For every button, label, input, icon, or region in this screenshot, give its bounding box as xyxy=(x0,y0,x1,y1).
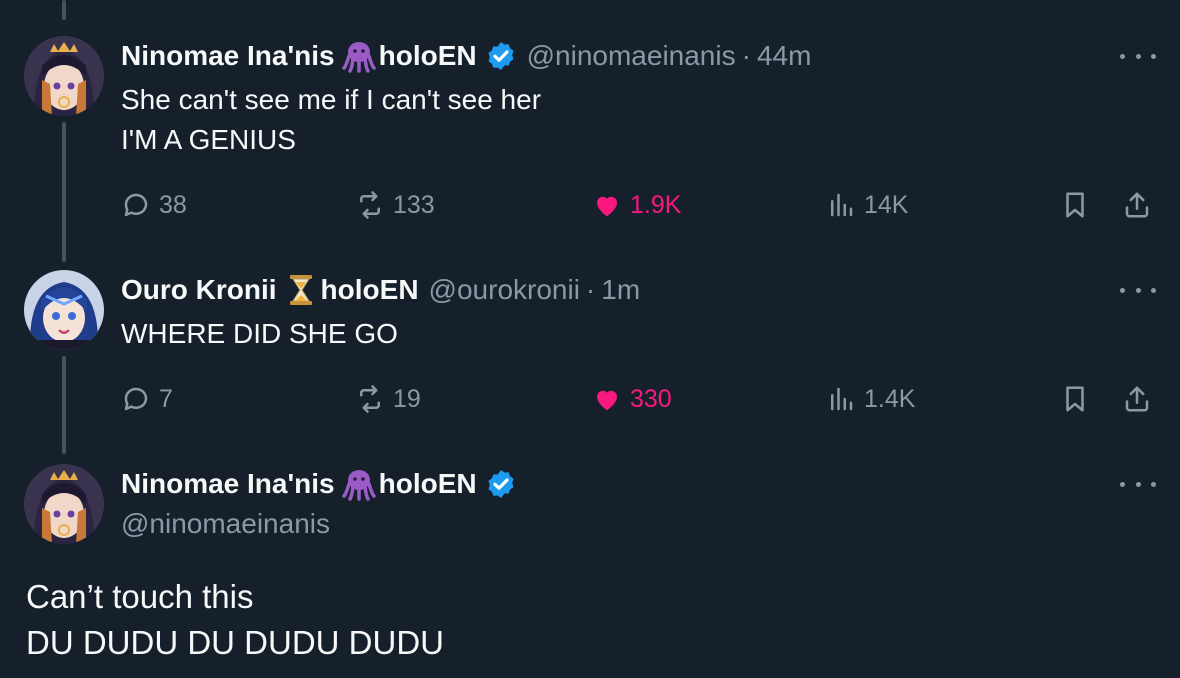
avatar[interactable] xyxy=(24,270,104,350)
retweet-icon xyxy=(360,191,380,219)
view-count: 1.4K xyxy=(864,384,916,413)
more-dot xyxy=(1135,53,1141,59)
retweet-count: 19 xyxy=(393,384,421,413)
reply-count: 7 xyxy=(159,384,173,413)
bookmark-button[interactable] xyxy=(1057,379,1093,419)
more-dot xyxy=(1151,481,1156,487)
hourglass-icon xyxy=(283,272,319,308)
name-suffix: holoEN xyxy=(378,468,477,499)
name-suffix: holoEN xyxy=(320,274,419,305)
tweet-header: Ninomae Ina'nis holoEN xyxy=(121,466,517,502)
more-dot xyxy=(1151,53,1156,59)
views-button[interactable]: 14K xyxy=(826,185,908,225)
reply-icon xyxy=(124,193,148,217)
share-icon xyxy=(1125,192,1149,218)
more-options-button[interactable] xyxy=(1120,474,1156,494)
reply-count: 38 xyxy=(159,190,187,219)
bookmark-icon xyxy=(1066,386,1084,412)
verified-badge-icon[interactable] xyxy=(485,468,517,500)
views-icon xyxy=(831,193,853,217)
tweet-actions: 38 133 1.9K 14K xyxy=(121,185,1161,225)
display-name[interactable]: Ouro Kronii xyxy=(121,274,277,306)
handle[interactable]: @ninomaeinanis xyxy=(121,508,330,540)
like-button[interactable]: 330 xyxy=(592,379,672,419)
tweet-text-line: WHERE DID SHE GO xyxy=(121,318,398,349)
handle[interactable]: @ourokronii xyxy=(429,274,580,306)
retweet-count: 133 xyxy=(393,190,435,219)
reply-icon xyxy=(124,387,148,411)
view-count: 14K xyxy=(864,190,909,219)
verified-badge-icon[interactable] xyxy=(485,40,517,72)
timestamp[interactable]: 1m xyxy=(601,274,640,306)
like-count: 1.9K xyxy=(630,190,682,219)
octopus-icon xyxy=(341,38,377,74)
retweet-icon xyxy=(360,385,380,413)
more-dot xyxy=(1120,53,1125,59)
retweet-button[interactable]: 133 xyxy=(355,185,435,225)
share-button[interactable] xyxy=(1119,185,1155,225)
more-options-button[interactable] xyxy=(1120,280,1156,300)
handle[interactable]: @ninomaeinanis xyxy=(527,40,736,72)
timestamp[interactable]: 44m xyxy=(757,40,811,72)
reply-button[interactable]: 7 xyxy=(121,379,173,419)
tweet-actions: 7 19 330 1.4K xyxy=(121,379,1161,419)
tweet-text-line: I'M A GENIUS xyxy=(121,124,296,155)
like-count: 330 xyxy=(630,384,672,413)
bookmark-icon xyxy=(1066,192,1084,218)
views-button[interactable]: 1.4K xyxy=(826,379,915,419)
more-dot xyxy=(1120,481,1125,487)
heart-icon xyxy=(597,196,617,217)
tweet-header: Ouro Kronii holoEN @ourokronii · 1m xyxy=(121,272,640,308)
tweet-text: WHERE DID SHE GO xyxy=(121,314,398,354)
tweet-header: Ninomae Ina'nis holoEN @ninomaeinanis · … xyxy=(121,38,811,74)
tweet-text-line: DU DUDU DU DUDU DUDU xyxy=(26,624,444,661)
avatar[interactable] xyxy=(24,36,104,116)
tweet-text: Can’t touch this DU DUDU DU DUDU DUDU xyxy=(26,574,444,666)
more-dot xyxy=(1135,287,1141,293)
thread-line xyxy=(62,122,66,262)
thread-line xyxy=(62,356,66,454)
avatar[interactable] xyxy=(24,464,104,544)
separator: · xyxy=(741,40,751,71)
more-dot xyxy=(1120,287,1125,293)
share-icon xyxy=(1125,386,1149,412)
name-suffix: holoEN xyxy=(378,40,477,71)
more-dot xyxy=(1151,287,1156,293)
share-button[interactable] xyxy=(1119,379,1155,419)
tweet-text-line: She can't see me if I can't see her xyxy=(121,84,542,115)
tweet-text: She can't see me if I can't see her I'M … xyxy=(121,80,541,160)
bookmark-button[interactable] xyxy=(1057,185,1093,225)
display-name[interactable]: Ninomae Ina'nis xyxy=(121,40,335,72)
reply-button[interactable]: 38 xyxy=(121,185,187,225)
avatar-image xyxy=(24,36,104,116)
retweet-button[interactable]: 19 xyxy=(355,379,421,419)
more-options-button[interactable] xyxy=(1120,46,1156,66)
more-dot xyxy=(1135,481,1141,487)
avatar-image xyxy=(24,270,104,350)
heart-icon xyxy=(597,390,617,411)
display-name[interactable]: Ninomae Ina'nis xyxy=(121,468,335,500)
like-button[interactable]: 1.9K xyxy=(592,185,681,225)
views-icon xyxy=(831,387,853,411)
thread-line xyxy=(62,0,66,20)
octopus-icon xyxy=(341,466,377,502)
separator: · xyxy=(585,274,596,305)
tweet-text-line: Can’t touch this xyxy=(26,578,254,615)
avatar-image xyxy=(24,464,104,544)
